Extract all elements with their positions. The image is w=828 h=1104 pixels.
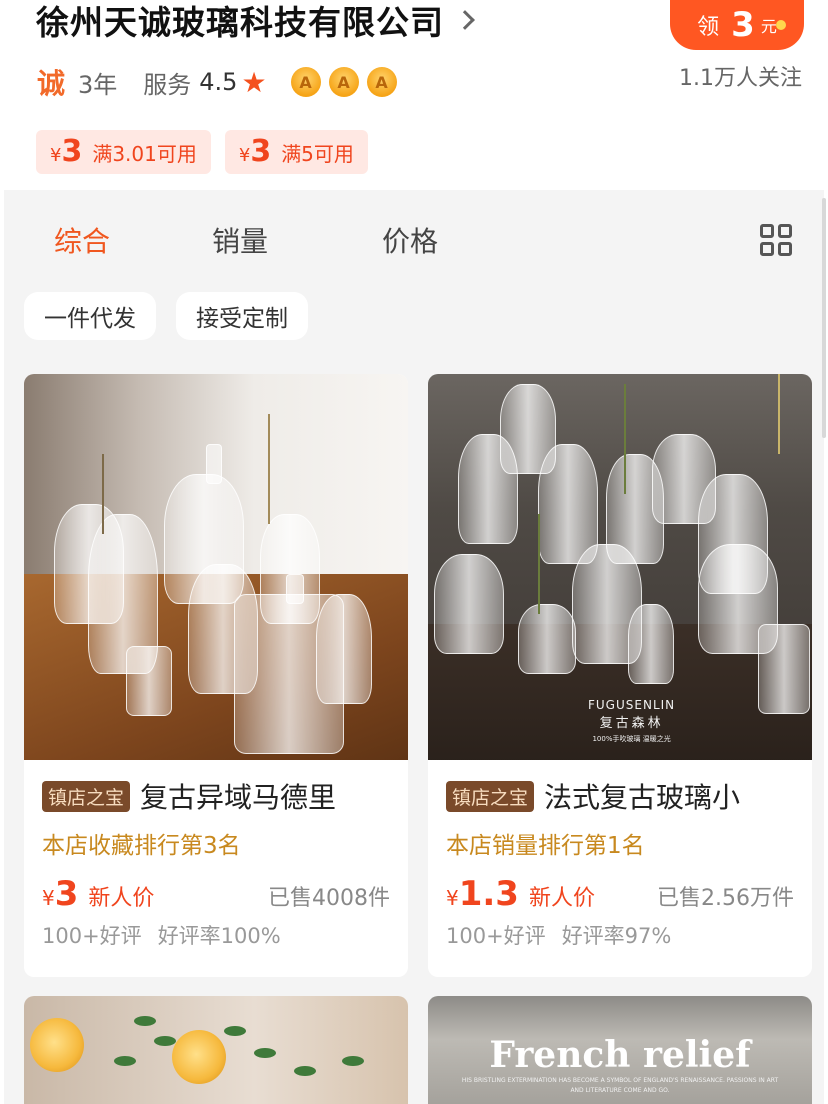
coupon-amount: 3: [61, 134, 83, 169]
price: ¥ 3 新人价: [42, 874, 154, 914]
product-title[interactable]: 法式复古玻璃小: [544, 776, 740, 816]
product-image[interactable]: [24, 996, 408, 1104]
tab-price[interactable]: 价格: [382, 220, 438, 260]
coupon-condition: 满5可用: [281, 142, 354, 166]
shop-years: 3年: [78, 70, 118, 99]
claim-coupon-button[interactable]: 领 3 元: [670, 0, 804, 50]
service-label: 服务: [143, 70, 192, 99]
brand-watermark: FUGUSENLIN 复古森林 100%手吹玻璃 温暖之光: [588, 698, 676, 743]
price-currency: ¥: [42, 886, 55, 910]
coupon-ticket[interactable]: ¥ 3 满3.01可用: [36, 130, 211, 174]
product-info: 镇店之宝 法式复古玻璃小 本店销量排行第1名 ¥ 1.3 新人价 已售2.56万…: [428, 760, 812, 950]
product-info: 镇店之宝 复古异域马德里 本店收藏排行第3名 ¥ 3 新人价 已售4008件 1…: [24, 760, 408, 950]
featured-tag: 镇店之宝: [42, 780, 131, 812]
sold-count: 已售4008件: [268, 886, 390, 911]
shop-page: 徐州天诚玻璃科技有限公司 诚 3年 服务 4.5 ★ A A A 领 3 元 1…: [0, 0, 828, 1104]
a-badge-icon: A: [366, 67, 397, 97]
follower-count: 1.1万人关注: [679, 66, 802, 91]
coupon-list: ¥ 3 满3.01可用 ¥ 3 满5可用: [36, 130, 368, 174]
scrollbar[interactable]: [822, 198, 826, 438]
product-image[interactable]: FUGUSENLIN 复古森林 100%手吹玻璃 温暖之光: [428, 374, 812, 760]
filter-customization[interactable]: 接受定制: [176, 292, 308, 340]
product-card[interactable]: [24, 996, 408, 1104]
aaa-badges: A A A: [290, 67, 397, 97]
claim-label: 领: [697, 15, 720, 40]
tab-sales[interactable]: 销量: [212, 220, 268, 260]
a-badge-icon: A: [290, 67, 321, 97]
product-card[interactable]: French relief HIS BRISTLING EXTERMINATIO…: [428, 996, 812, 1104]
product-card[interactable]: 镇店之宝 复古异域马德里 本店收藏排行第3名 ¥ 3 新人价 已售4008件 1…: [24, 374, 408, 977]
review-count: 100+好评: [446, 924, 546, 948]
image-headline: French relief: [489, 1034, 751, 1076]
coupon-amount: 3: [250, 134, 272, 169]
product-image[interactable]: French relief HIS BRISTLING EXTERMINATIO…: [428, 996, 812, 1104]
rank-label[interactable]: 本店销量排行第1名: [446, 826, 794, 860]
price: ¥ 1.3 新人价: [446, 874, 595, 914]
positive-rate: 好评率97%: [561, 924, 672, 948]
a-badge-icon: A: [328, 67, 359, 97]
sort-bar: 综合 销量 价格: [4, 190, 824, 290]
product-section: 综合 销量 价格 一件代发 接受定制 镇店之宝 复古异域马德里 本店收藏排行第3…: [4, 190, 824, 1104]
coin-dot-icon: [776, 20, 786, 30]
filter-chips: 一件代发 接受定制: [24, 292, 308, 340]
coupon-condition: 满3.01可用: [92, 142, 197, 166]
rank-label[interactable]: 本店收藏排行第3名: [42, 826, 390, 860]
grid-view-icon[interactable]: [760, 224, 792, 256]
sold-count: 已售2.56万件: [657, 886, 794, 911]
price-value: 1.3: [458, 874, 519, 914]
featured-tag: 镇店之宝: [446, 780, 535, 812]
shop-header: 徐州天诚玻璃科技有限公司 诚 3年 服务 4.5 ★ A A A 领 3 元 1…: [0, 0, 828, 190]
chevron-right-icon[interactable]: [455, 10, 475, 30]
coupon-currency: ¥: [50, 145, 62, 166]
claim-unit: 元: [760, 17, 777, 36]
claim-amount: 3: [731, 5, 755, 45]
shop-name[interactable]: 徐州天诚玻璃科技有限公司: [36, 0, 444, 44]
review-count: 100+好评: [42, 924, 142, 948]
product-image[interactable]: [24, 374, 408, 760]
positive-rate: 好评率100%: [157, 924, 281, 948]
tab-comprehensive[interactable]: 综合: [54, 220, 110, 260]
coupon-ticket[interactable]: ¥ 3 满5可用: [224, 130, 368, 174]
filter-dropship[interactable]: 一件代发: [24, 292, 156, 340]
coupon-currency: ¥: [238, 145, 251, 166]
shop-title-row[interactable]: 徐州天诚玻璃科技有限公司: [36, 0, 475, 42]
price-value: 3: [54, 874, 79, 914]
newcomer-price-label: 新人价: [528, 886, 595, 911]
service-score: 4.5: [199, 68, 238, 96]
cheng-credit-icon: 诚: [36, 67, 65, 100]
star-icon: ★: [241, 65, 267, 99]
newcomer-price-label: 新人价: [88, 886, 155, 911]
price-currency: ¥: [446, 886, 459, 910]
product-title[interactable]: 复古异域马德里: [140, 776, 336, 816]
product-card[interactable]: FUGUSENLIN 复古森林 100%手吹玻璃 温暖之光 镇店之宝 法式复古玻…: [428, 374, 812, 977]
image-subtext: HIS BRISTLING EXTERMINATION HAS BECOME A…: [461, 1077, 779, 1094]
shop-meta: 诚 3年 服务 4.5 ★ A A A: [36, 62, 397, 102]
